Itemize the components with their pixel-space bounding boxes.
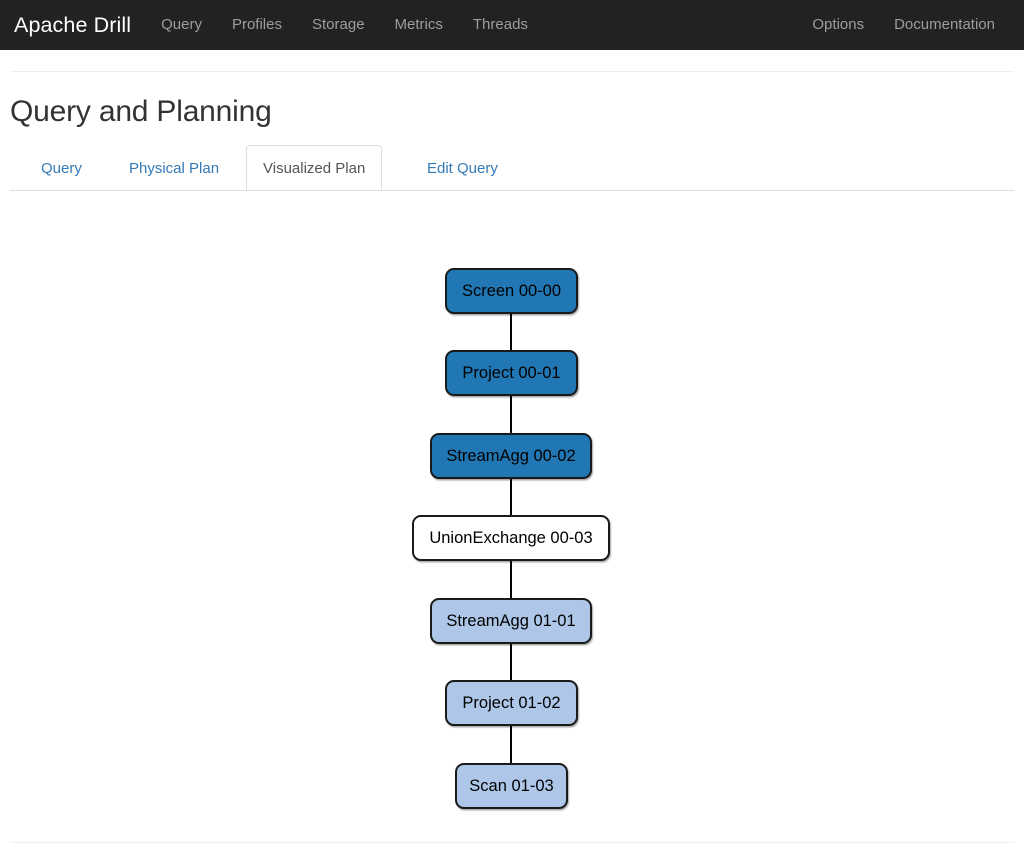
plan-node-label: Screen 00-00 (462, 282, 561, 301)
plan-node-00-02[interactable]: StreamAgg 00-02 (430, 433, 592, 479)
plan-node-label: Project 01-02 (462, 694, 560, 713)
plan-node-label: StreamAgg 01-01 (446, 612, 575, 631)
tab-edit-query[interactable]: Edit Query (410, 145, 515, 190)
plan-node-label: UnionExchange 00-03 (429, 529, 592, 548)
plan-node-01-01[interactable]: StreamAgg 01-01 (430, 598, 592, 644)
nav-item-threads[interactable]: Threads (458, 0, 543, 50)
tab-physical-plan[interactable]: Physical Plan (112, 145, 236, 190)
nav-item-profiles[interactable]: Profiles (217, 0, 297, 50)
nav-item-documentation[interactable]: Documentation (879, 0, 1010, 50)
plan-node-01-03[interactable]: Scan 01-03 (455, 763, 568, 809)
plan-node-00-01[interactable]: Project 00-01 (445, 350, 578, 396)
nav-item-query[interactable]: Query (146, 0, 217, 50)
brand-apache-drill[interactable]: Apache Drill (0, 0, 146, 50)
navbar-left-group: Apache Drill Query Profiles Storage Metr… (0, 0, 543, 50)
nav-item-metrics[interactable]: Metrics (380, 0, 458, 50)
tab-visualized-plan[interactable]: Visualized Plan (246, 145, 382, 190)
plan-node-01-02[interactable]: Project 01-02 (445, 680, 578, 726)
nav-item-storage[interactable]: Storage (297, 0, 380, 50)
header-divider (10, 71, 1014, 72)
footer-divider (10, 842, 1014, 843)
plan-node-label: Scan 01-03 (469, 777, 553, 796)
visualized-plan-graph: Screen 00-00 Project 00-01 StreamAgg 00-02… (0, 191, 1024, 811)
plan-node-00-03[interactable]: UnionExchange 00-03 (412, 515, 610, 561)
navbar-right-group: Options Documentation (797, 0, 1010, 50)
plan-node-00-00[interactable]: Screen 00-00 (445, 268, 578, 314)
tab-query[interactable]: Query (24, 145, 99, 190)
plan-node-label: Project 00-01 (462, 364, 560, 383)
plan-tabs: Query Physical Plan Visualized Plan Edit… (10, 145, 1014, 191)
top-navbar: Apache Drill Query Profiles Storage Metr… (0, 0, 1024, 50)
page-title: Query and Planning (10, 94, 272, 130)
plan-node-label: StreamAgg 00-02 (446, 447, 575, 466)
nav-item-options[interactable]: Options (797, 0, 879, 50)
